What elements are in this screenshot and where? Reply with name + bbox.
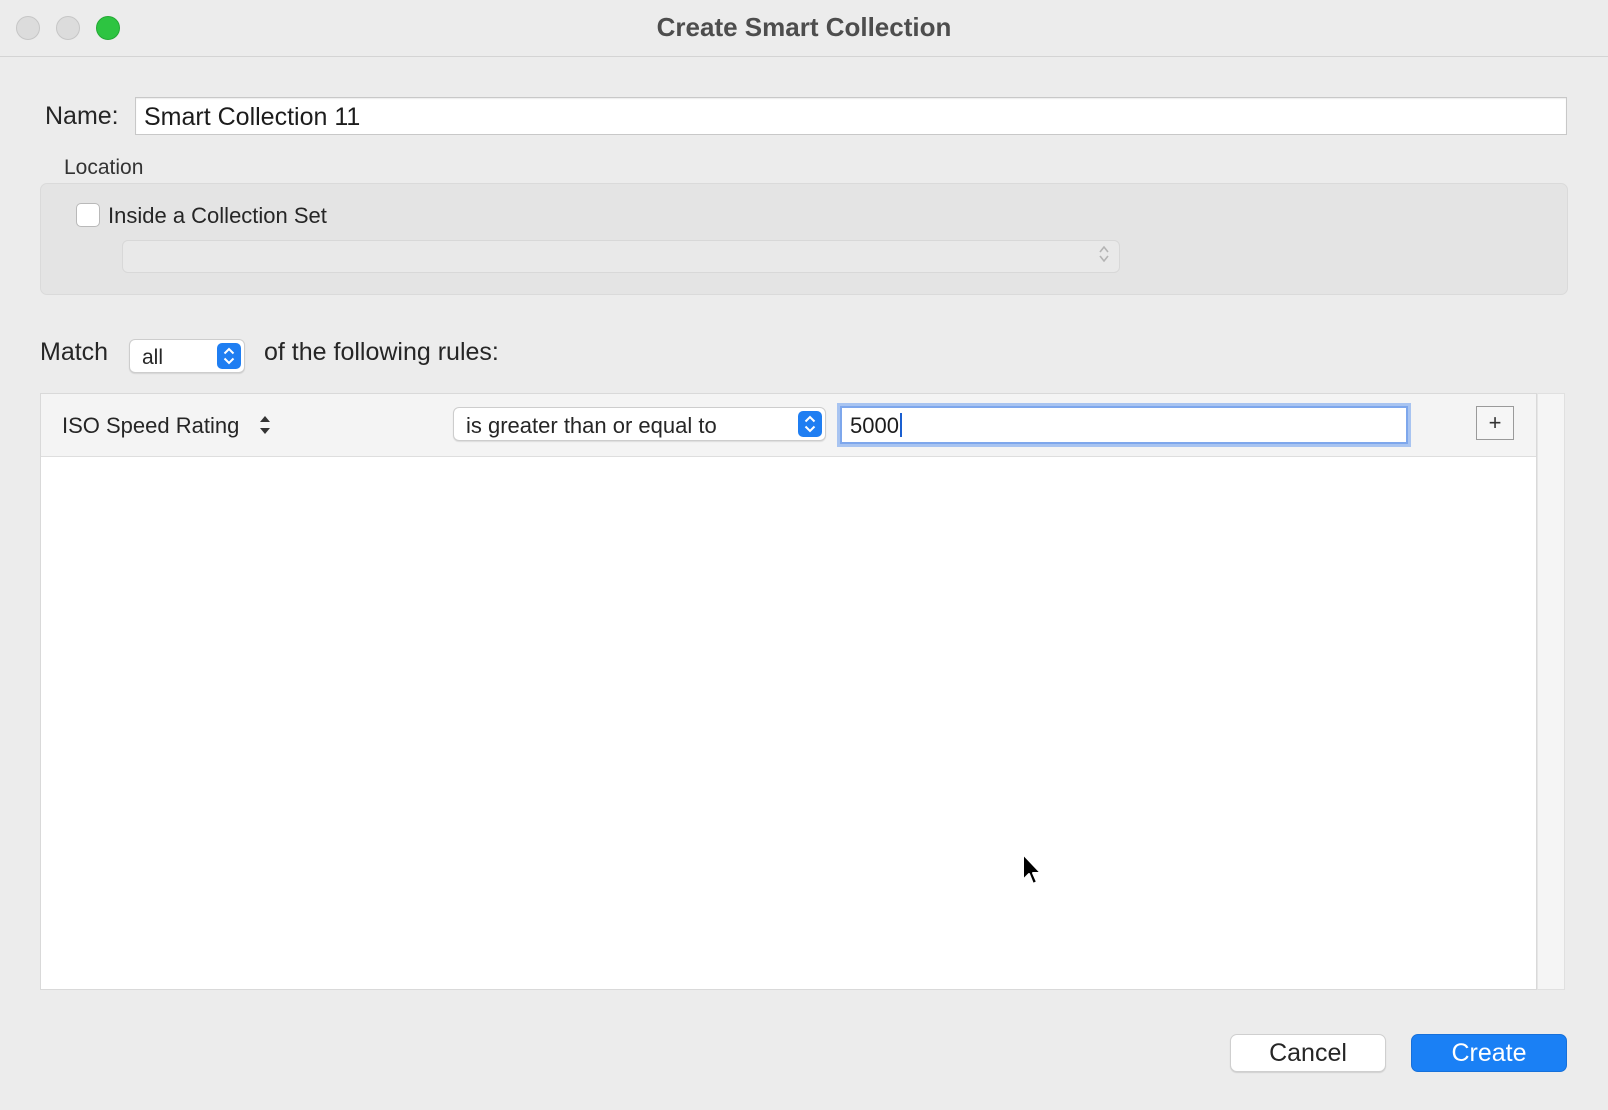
- text-caret: [899, 413, 902, 437]
- inside-collection-set-label[interactable]: Inside a Collection Set: [108, 203, 327, 229]
- create-smart-collection-dialog: Create Smart Collection Name: Smart Coll…: [0, 0, 1608, 1110]
- rule-value-field[interactable]: 5000: [840, 406, 1408, 444]
- match-suffix-label: of the following rules:: [264, 338, 499, 366]
- collection-set-select: [122, 240, 1120, 273]
- rule-field-select[interactable]: ISO Speed Rating: [62, 413, 239, 439]
- plus-icon: +: [1488, 410, 1502, 435]
- updown-chevron-icon[interactable]: [258, 413, 272, 442]
- cancel-button[interactable]: Cancel: [1230, 1034, 1386, 1072]
- updown-chevron-icon: [798, 411, 822, 437]
- rule-operator-value: is greater than or equal to: [466, 413, 717, 438]
- location-label: Location: [64, 156, 144, 179]
- match-prefix-label: Match: [40, 338, 109, 366]
- match-mode-select[interactable]: all: [129, 339, 245, 373]
- updown-chevron-icon: [1099, 244, 1109, 266]
- add-rule-button[interactable]: +: [1476, 406, 1514, 440]
- inside-collection-set-checkbox[interactable]: [76, 203, 100, 227]
- rule-operator-select[interactable]: is greater than or equal to: [453, 407, 826, 441]
- pointer-cursor-icon: [1021, 852, 1045, 893]
- location-group: [40, 183, 1568, 295]
- updown-chevron-icon: [217, 343, 241, 369]
- name-field[interactable]: Smart Collection 11: [135, 97, 1567, 135]
- name-label: Name:: [45, 102, 119, 130]
- rules-list: [40, 393, 1537, 990]
- title-bar: Create Smart Collection: [0, 0, 1608, 57]
- rules-scrollbar[interactable]: [1537, 393, 1565, 990]
- rule-value-text: 5000: [850, 413, 899, 438]
- create-button[interactable]: Create: [1411, 1034, 1567, 1072]
- window-title: Create Smart Collection: [656, 12, 952, 42]
- match-mode-value: all: [142, 346, 164, 369]
